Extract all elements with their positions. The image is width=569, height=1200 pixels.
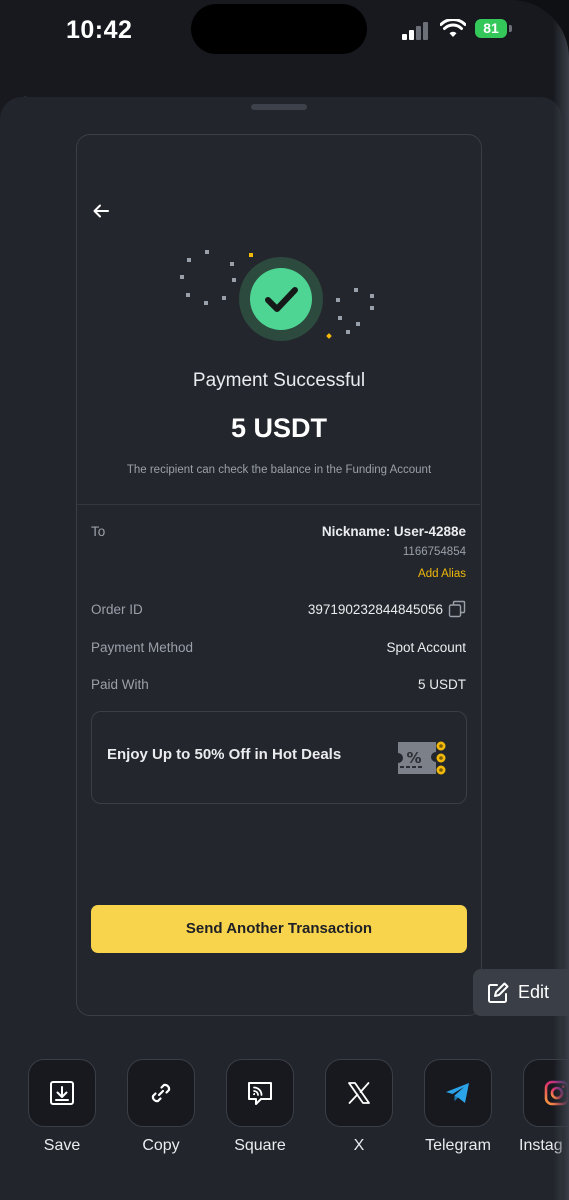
share-telegram-label: Telegram — [425, 1137, 491, 1154]
sheet-drag-handle[interactable] — [251, 104, 307, 110]
payment-method-label: Payment Method — [91, 640, 194, 655]
instagram-icon — [544, 1080, 569, 1106]
share-x-tile[interactable] — [325, 1059, 393, 1127]
share-x[interactable]: X — [325, 1059, 393, 1155]
recipient-nickname: Nickname: User-4288e — [321, 524, 466, 539]
share-square[interactable]: Square — [226, 1059, 294, 1155]
to-label: To — [91, 524, 106, 539]
status-time: 10:42 — [66, 16, 133, 44]
status-bar: 10:42 81 — [0, 0, 569, 60]
battery-tip — [509, 25, 512, 32]
order-id-label: Order ID — [91, 602, 143, 617]
svg-text:%: % — [406, 749, 421, 767]
promo-text: Enjoy Up to 50% Off in Hot Deals — [107, 746, 342, 763]
back-arrow-icon[interactable] — [92, 202, 114, 224]
share-copy[interactable]: Copy — [127, 1059, 195, 1155]
battery-indicator: 81 — [475, 19, 507, 38]
copy-icon[interactable] — [448, 600, 466, 618]
telegram-icon — [446, 1083, 469, 1103]
share-save[interactable]: Save — [28, 1059, 96, 1155]
add-alias-link[interactable]: Add Alias — [418, 568, 466, 580]
receipt-divider — [77, 504, 480, 505]
edit-label: Edit — [518, 982, 550, 1002]
recipient-id: 1166754854 — [402, 546, 466, 558]
square-icon — [248, 1082, 272, 1105]
share-instagram-tile[interactable] — [523, 1059, 569, 1127]
share-save-label: Save — [43, 1137, 81, 1154]
share-x-label: X — [353, 1137, 365, 1154]
share-copy-tile[interactable] — [127, 1059, 195, 1127]
wifi-icon — [440, 19, 466, 37]
share-telegram-tile[interactable] — [424, 1059, 492, 1127]
edit-icon — [488, 982, 509, 1003]
share-instagram-label: Instag — [519, 1137, 563, 1154]
x-logo-icon — [348, 1082, 370, 1104]
payment-status-title: Payment Successful — [192, 370, 366, 391]
send-another-transaction-button[interactable]: Send Another Transaction — [91, 905, 467, 953]
share-square-tile[interactable] — [226, 1059, 294, 1127]
phone-screen: 10:42 81 ← Payment Successful 5 USDT The… — [0, 0, 569, 1200]
share-square-label: Square — [234, 1137, 286, 1154]
payment-method-value: Spot Account — [386, 640, 466, 655]
paid-with-label: Paid With — [91, 677, 149, 692]
payment-subtitle: The recipient can check the balance in t… — [126, 464, 432, 476]
share-save-tile[interactable] — [28, 1059, 96, 1127]
share-telegram[interactable]: Telegram — [424, 1059, 492, 1155]
link-icon — [151, 1083, 171, 1103]
success-check-icon — [239, 257, 323, 341]
coupon-icon: % — [398, 741, 446, 775]
dynamic-island — [191, 4, 367, 54]
order-id-value: 397190232844845056 — [307, 602, 443, 617]
payment-amount: 5 USDT — [230, 413, 328, 443]
paid-with-value: 5 USDT — [417, 677, 466, 692]
edit-button[interactable]: Edit — [473, 969, 569, 1016]
signal-icon — [402, 22, 432, 40]
share-copy-label: Copy — [142, 1137, 180, 1154]
share-instagram[interactable]: Instag — [519, 1059, 569, 1155]
save-icon — [50, 1081, 74, 1105]
